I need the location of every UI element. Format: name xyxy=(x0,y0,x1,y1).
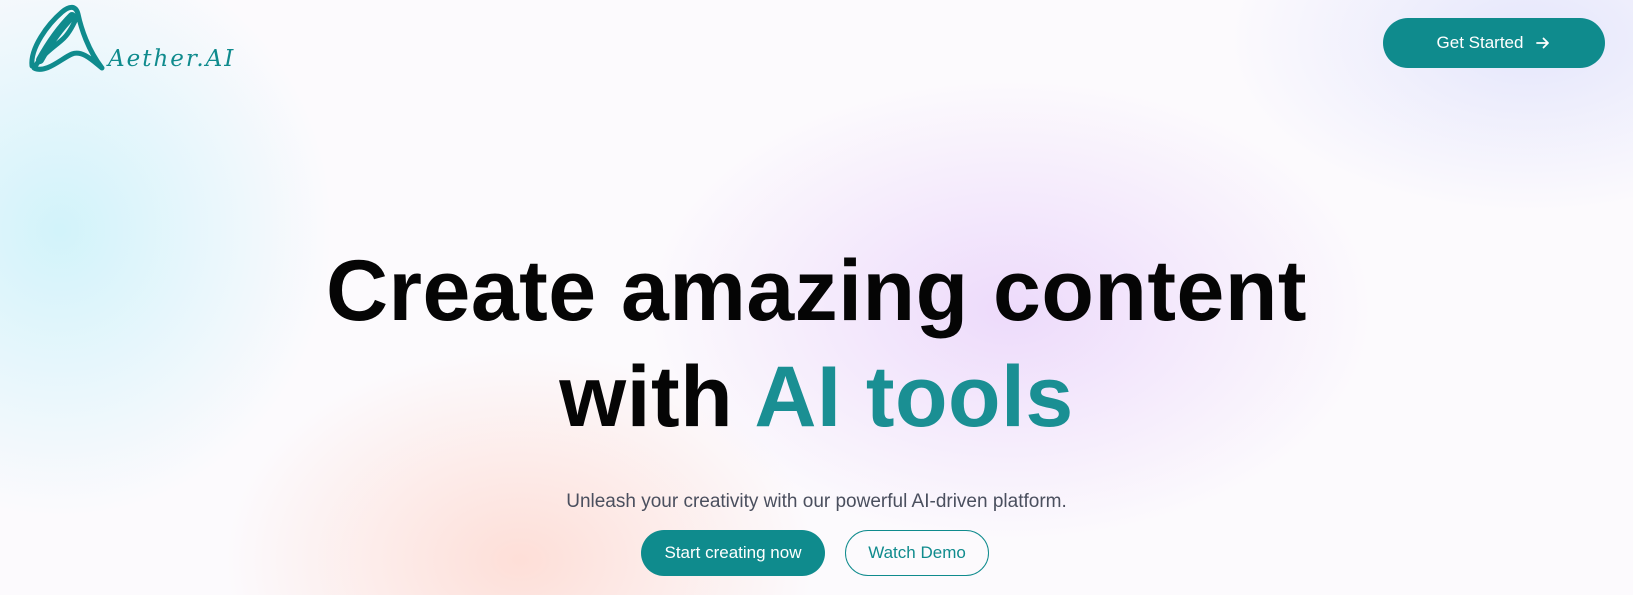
get-started-label: Get Started xyxy=(1436,33,1524,52)
hero-title-accent: AI tools xyxy=(754,349,1074,445)
hero-title: Create amazing content with AI tools xyxy=(0,238,1633,450)
site-header: Aether.AI Get Started xyxy=(0,0,1633,90)
hero-title-prefix: with xyxy=(559,349,734,445)
get-started-button[interactable]: Get Started xyxy=(1383,18,1605,68)
brand-name: Aether.AI xyxy=(108,46,236,72)
brand-logo[interactable]: Aether.AI xyxy=(26,2,256,78)
hero-title-line-2: with AI tools xyxy=(0,344,1633,450)
hero-subtitle: Unleash your creativity with our powerfu… xyxy=(566,491,1067,512)
swirl-a-logo-icon xyxy=(29,4,105,72)
arrow-right-icon xyxy=(1536,37,1550,49)
start-creating-button[interactable]: Start creating now xyxy=(641,530,825,576)
hero-title-line-1: Create amazing content xyxy=(325,243,1308,339)
watch-demo-button[interactable]: Watch Demo xyxy=(845,530,989,576)
hero-actions: Start creating now Watch Demo xyxy=(641,530,989,576)
